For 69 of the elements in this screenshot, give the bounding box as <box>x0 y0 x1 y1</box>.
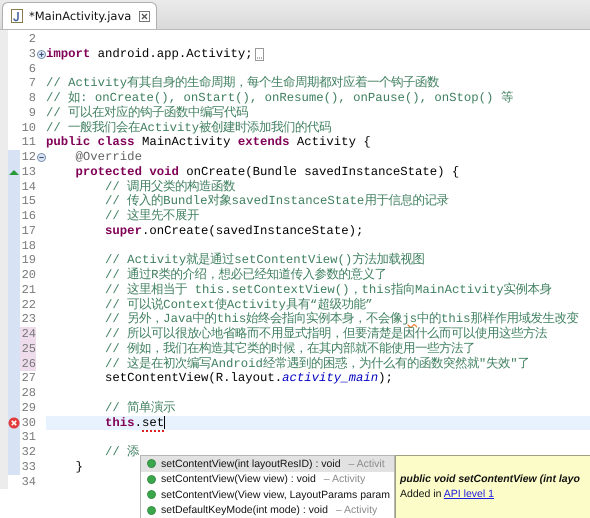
code-line: // 可以在对应的钩子函数中编写代码 <box>46 106 248 120</box>
code-line: @Override <box>76 150 142 165</box>
line-number: 2 <box>28 32 36 47</box>
line-number: 17 <box>20 224 36 238</box>
line-number: 8 <box>28 91 36 106</box>
line-number: 31 <box>20 430 36 445</box>
code-line: // 简单演示 <box>105 400 176 416</box>
code-line: // Activity有其自身的生命周期，每个生命周期都对应着一个钩子函数 <box>46 76 440 91</box>
line-number: 33 <box>20 460 36 474</box>
code-line: protected void onCreate(Bundle savedInstanceState) { <box>76 164 460 180</box>
code-line: // 这是在初次编写Android经常遇到的困惑，为什么有的函数突然就"失效"了 <box>105 356 530 372</box>
line-number: 19 <box>20 253 36 268</box>
code-line: public class MainActivity extends Activity { <box>46 135 371 150</box>
code-line: // 一般我们会在Activity被创建时添加我们的代码 <box>46 120 332 136</box>
code-line: // 如: onCreate(), onStart(), onResume(), onPause(), onStop() 等 <box>46 91 513 106</box>
line-number: 28 <box>20 386 36 401</box>
code-line: // Activity就是通过setContentView()方法加载视图 <box>105 253 424 268</box>
line-number: 14 <box>20 180 36 194</box>
line-number: 20 <box>20 268 36 283</box>
line-number: 3 <box>28 46 36 62</box>
folded-code-icon <box>254 48 264 61</box>
code-line: // 例如，我们在构造其它类的时候，在其内部就不能使用一些方法了 <box>105 342 476 356</box>
line-number: 7 <box>28 76 36 91</box>
api-level-link[interactable]: API level 1 <box>444 488 494 500</box>
java-file-icon <box>11 9 23 23</box>
line-number: 21 <box>20 282 36 298</box>
completion-item[interactable]: setContentView(View view, LayoutParams param <box>141 487 394 502</box>
line-number: 10 <box>20 120 36 136</box>
code-line: // 这里相当于 this.setContextView()，this指向MainActivity实例本身 <box>105 282 552 298</box>
code-line: // 可以说Context使Activity具有“超级功能” <box>105 298 373 312</box>
line-number: 32 <box>20 445 36 460</box>
line-number: 27 <box>20 371 36 386</box>
code-line: // 调用父类的构造函数 <box>105 180 236 194</box>
editor-tab[interactable]: *MainActivity.java <box>2 2 158 29</box>
line-number: 29 <box>20 400 36 416</box>
line-number: 23 <box>20 312 36 327</box>
collapse-icon[interactable] <box>36 152 46 162</box>
line-number: 16 <box>20 209 36 224</box>
expand-icon[interactable] <box>36 50 46 59</box>
code-line: setContentView(R.layout.activity_main); <box>105 371 393 386</box>
line-number: 11 <box>20 135 36 150</box>
line-number: 22 <box>20 298 36 312</box>
line-number: 9 <box>28 106 36 120</box>
line-number: 15 <box>20 194 36 209</box>
code-line: // 这里先不展开 <box>105 209 200 224</box>
method-signature: public void setContentView (int layo <box>400 473 581 485</box>
code-line: // 添 <box>105 445 140 460</box>
completion-item[interactable]: setDefaultKeyMode(int mode) : void – Activity <box>141 502 394 518</box>
line-number: 13 <box>20 164 36 180</box>
code-line: // 通过R类的介绍，想必已经知道传入参数的意义了 <box>105 268 387 282</box>
line-number: 24 <box>20 327 36 342</box>
code-line: // 另外，Java中的this始终会指向实例本身，不会像js中的this那样作用域发生改变 <box>105 312 579 326</box>
completion-item[interactable]: setContentView(View view) : void – Activity <box>141 472 394 487</box>
line-number: 26 <box>20 356 36 372</box>
completion-item[interactable]: setContentView(int layoutResID) : void – Activit <box>141 456 394 472</box>
api-note: Added in API level 1 <box>400 488 495 500</box>
line-number: 34 <box>20 474 36 490</box>
close-icon[interactable] <box>139 10 150 22</box>
code-line: } <box>76 460 83 474</box>
code-line: // 所以可以很放心地省略而不用显式指明，但要清楚是因什么而可以使用这些方法 <box>105 327 548 342</box>
line-number: 12 <box>20 150 36 165</box>
line-number: 18 <box>20 238 36 254</box>
code-line: super.onCreate(savedInstanceState); <box>105 224 364 238</box>
line-number: 6 <box>28 62 36 76</box>
line-number: 25 <box>20 342 36 356</box>
text-cursor <box>164 416 166 430</box>
code-line: // 传入的Bundle对象savedInstanceState用于信息的记录 <box>105 194 448 208</box>
code-line: import android.app.Activity; <box>46 46 253 62</box>
line-number: 30 <box>20 416 36 430</box>
